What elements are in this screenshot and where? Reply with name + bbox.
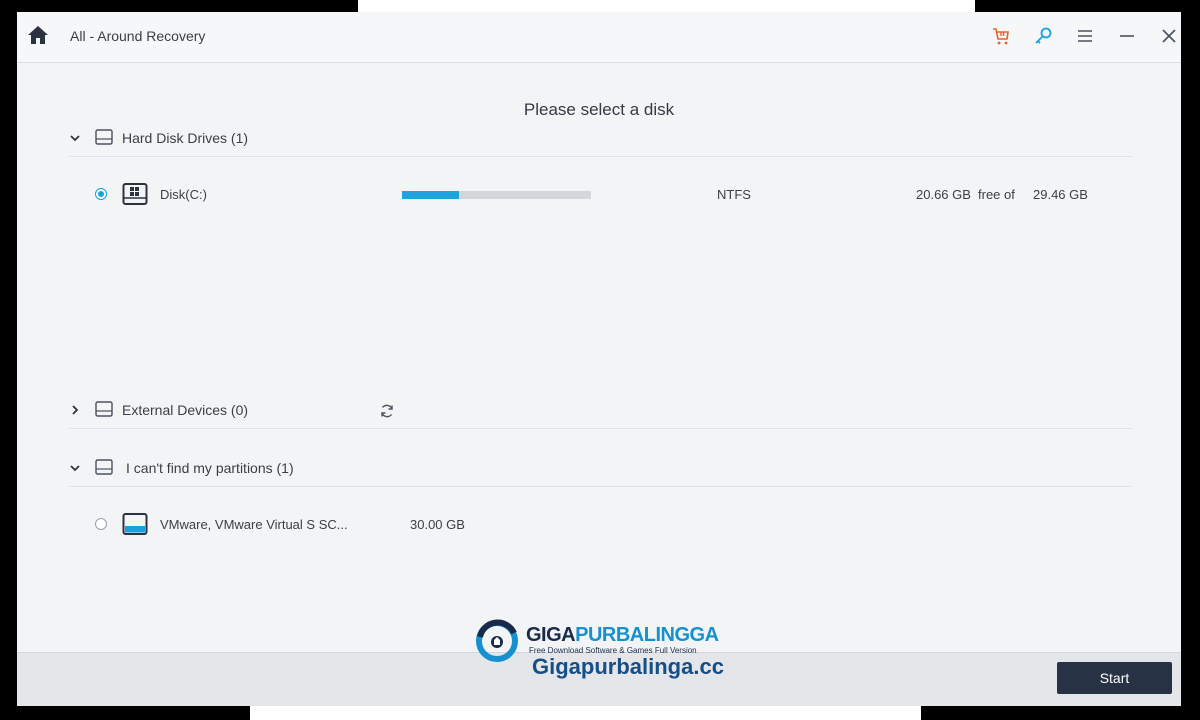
section-label: I can't find my partitions (1) <box>126 460 294 476</box>
drive-icon <box>95 129 113 145</box>
section-label: Hard Disk Drives (1) <box>122 130 249 146</box>
title-bar: All - Around Recovery <box>17 12 1181 63</box>
frame-top-right <box>975 0 1200 12</box>
disk-name: Disk(C:) <box>160 187 207 202</box>
drive-icon <box>95 401 113 417</box>
disk-icon <box>122 513 148 535</box>
section-external-devices[interactable]: External Devices (0) <box>69 398 1132 429</box>
device-name: VMware, VMware Virtual S SC... <box>160 517 348 532</box>
windows-disk-icon <box>122 183 148 205</box>
disk-radio[interactable] <box>95 188 107 200</box>
window-title: All - Around Recovery <box>70 28 206 44</box>
frame-bottom-left <box>0 706 250 720</box>
disk-row-c[interactable]: Disk(C:) NTFS 20.66 GB free of 29.46 GB <box>69 178 1132 214</box>
disk-total: 29.46 GB <box>1033 187 1088 202</box>
cart-icon[interactable] <box>991 26 1011 46</box>
watermark-brand: GIGAPURBALINGGA <box>526 624 719 647</box>
section-hard-disk-drives[interactable]: Hard Disk Drives (1) <box>69 126 1132 157</box>
watermark: GIGAPURBALINGGA Free Download Software &… <box>474 618 744 682</box>
disk-free: 20.66 GB <box>916 187 971 202</box>
frame-top-left <box>0 0 358 12</box>
start-button[interactable]: Start <box>1057 662 1172 694</box>
menu-icon[interactable] <box>1075 26 1095 46</box>
section-label: External Devices (0) <box>122 402 249 418</box>
key-icon[interactable] <box>1033 26 1053 46</box>
watermark-brand-part2: PURBALINGGA <box>575 624 719 646</box>
chevron-right-icon[interactable] <box>69 404 81 416</box>
minimize-icon[interactable] <box>1117 26 1137 46</box>
frame-left <box>0 0 17 720</box>
disk-usage-bar <box>402 191 591 199</box>
device-size: 30.00 GB <box>410 517 465 532</box>
device-row-vmware[interactable]: VMware, VMware Virtual S SC... 30.00 GB <box>69 508 1132 544</box>
refresh-icon[interactable] <box>379 403 395 419</box>
drive-icon <box>95 459 113 475</box>
page-heading: Please select a disk <box>523 100 675 119</box>
disk-free-of-label: free of <box>978 187 1015 202</box>
frame-right <box>1181 0 1200 720</box>
watermark-site: Gigapurbalinga.cc <box>532 654 724 679</box>
app-window: All - Around Recovery Please select a di… <box>17 12 1181 706</box>
section-lost-partitions[interactable]: I can't find my partitions (1) <box>69 456 1132 487</box>
disk-usage-fill <box>402 191 459 199</box>
home-icon[interactable] <box>27 24 49 46</box>
chevron-down-icon[interactable] <box>69 462 81 474</box>
watermark-brand-part1: GIGA <box>526 624 576 646</box>
watermark-logo-icon <box>476 619 518 662</box>
close-icon[interactable] <box>1159 26 1179 46</box>
disk-filesystem: NTFS <box>717 187 751 202</box>
device-radio[interactable] <box>95 518 107 530</box>
chevron-down-icon[interactable] <box>69 132 81 144</box>
frame-bottom-right <box>921 706 1200 720</box>
